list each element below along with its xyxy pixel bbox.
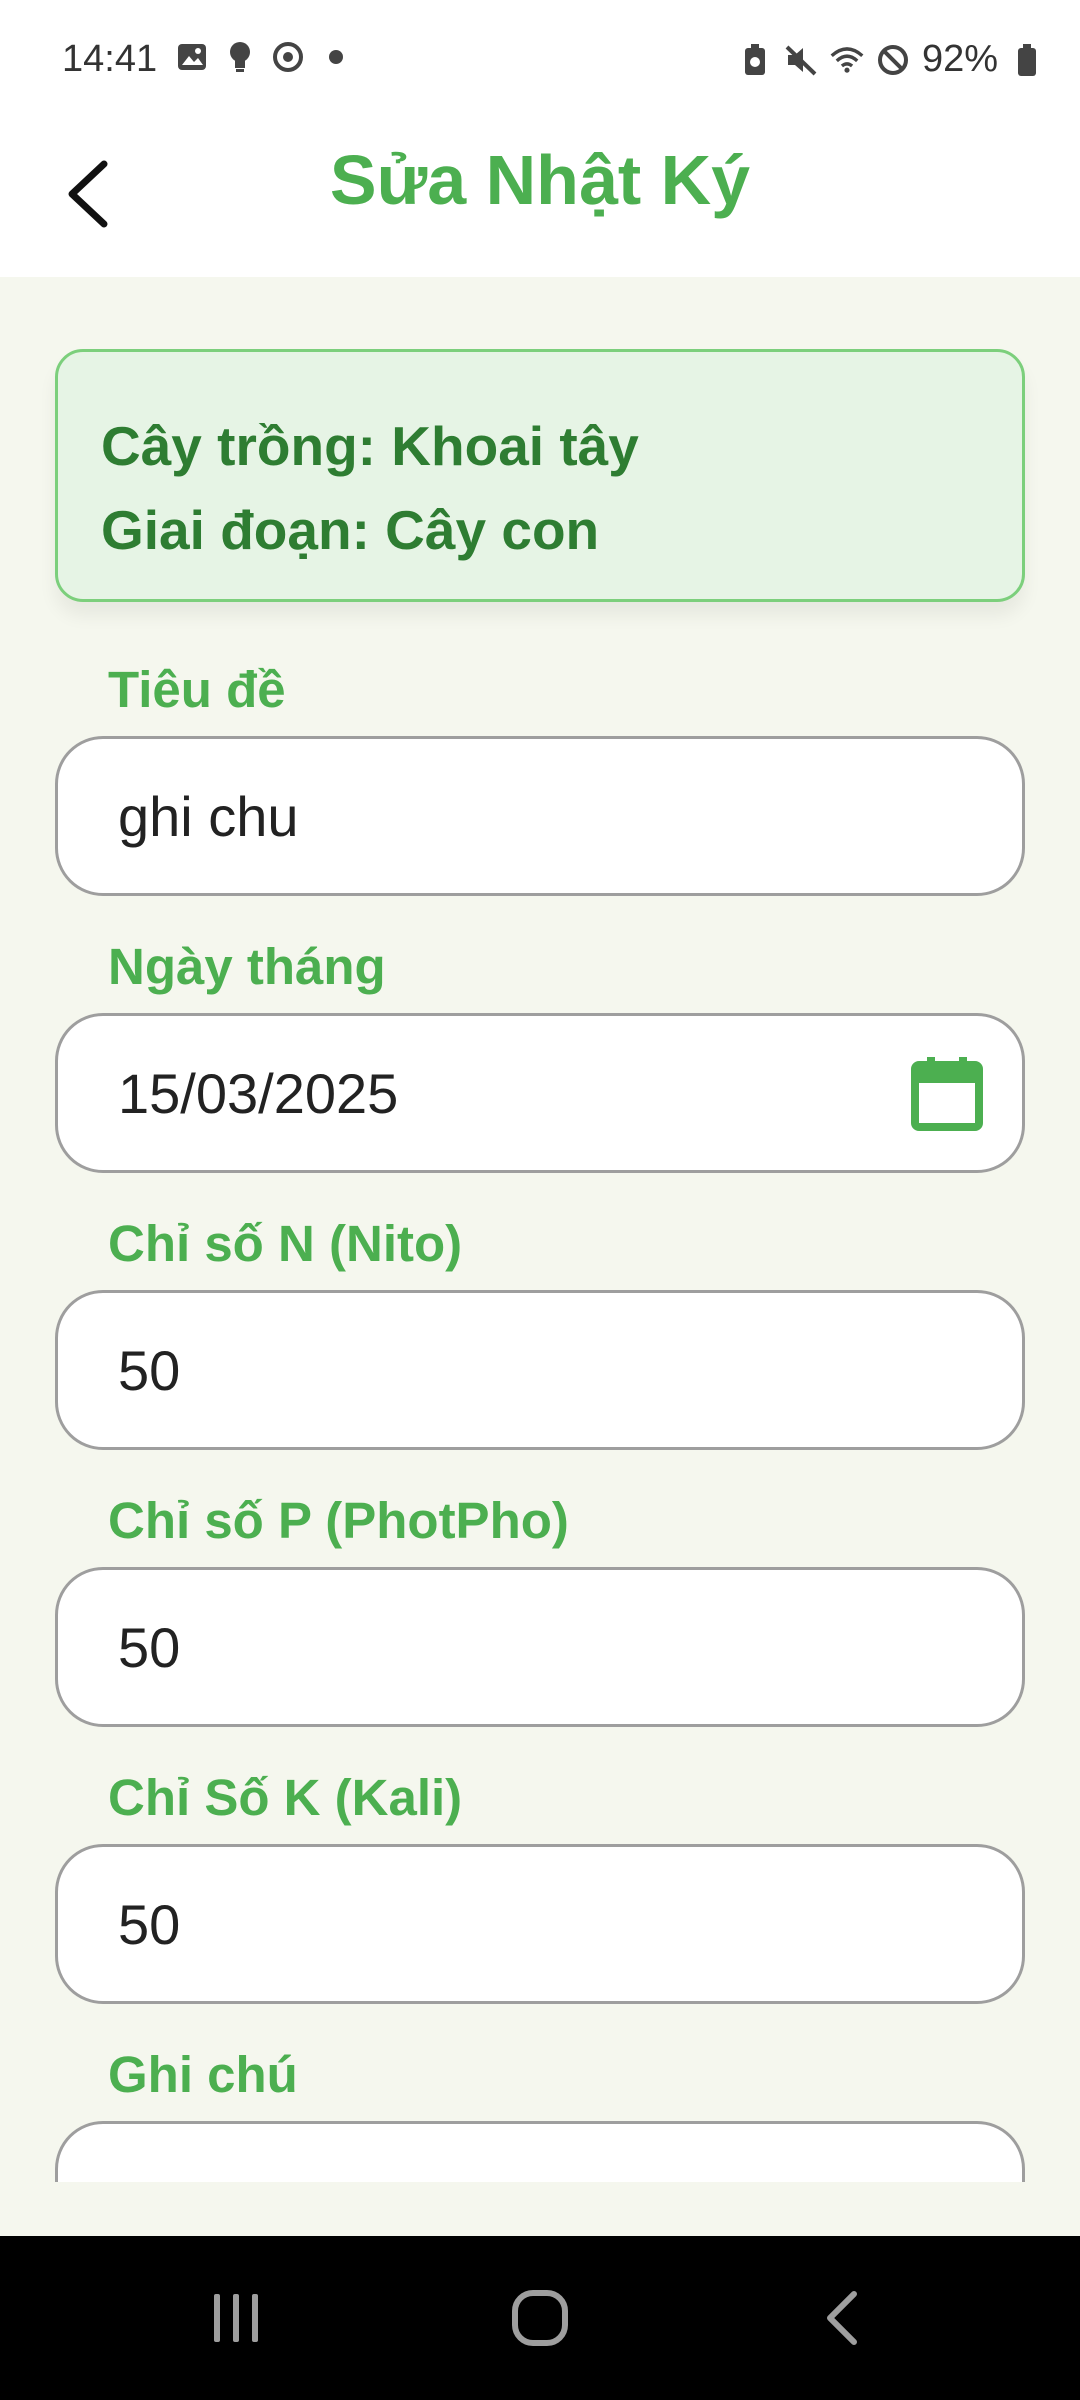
- sync-icon: [271, 40, 305, 74]
- gallery-icon: [175, 40, 209, 74]
- back-icon: [827, 2291, 857, 2345]
- wifi-icon: [830, 43, 864, 77]
- form-content[interactable]: Cây trồng: Khoai tây Giai đoạn: Cây con …: [0, 277, 1080, 2182]
- home-icon: [512, 2290, 568, 2346]
- recent-apps-button[interactable]: [146, 2236, 326, 2400]
- home-button[interactable]: [450, 2236, 630, 2400]
- mute-icon: [784, 43, 818, 77]
- phosphorus-label: Chỉ số P (PhotPho): [108, 1492, 569, 1549]
- phosphorus-value: 50: [118, 1615, 181, 1679]
- status-time: 14:41: [62, 38, 158, 80]
- nitrogen-input[interactable]: 50: [55, 1290, 1025, 1450]
- potassium-label: Chỉ Số K (Kali): [108, 1769, 463, 1826]
- bulb-icon: [223, 40, 257, 74]
- status-icons-left: [175, 40, 353, 74]
- system-nav-bar: [0, 2236, 1080, 2400]
- dot-icon: [319, 40, 353, 74]
- note-label: Ghi chú: [108, 2046, 298, 2103]
- potassium-value: 50: [118, 1892, 181, 1956]
- title-value: ghi chu: [118, 784, 299, 848]
- battery-percentage: 92%: [921, 38, 998, 80]
- phosphorus-input[interactable]: 50: [55, 1567, 1025, 1727]
- title-label: Tiêu đề: [108, 661, 286, 718]
- nav-back-button[interactable]: [752, 2236, 932, 2400]
- do-not-disturb-icon: [876, 43, 910, 77]
- stage-line: Giai đoạn: Cây con: [101, 499, 600, 561]
- date-input[interactable]: 15/03/2025: [55, 1013, 1025, 1173]
- calendar-icon[interactable]: [910, 1055, 984, 1131]
- crop-info-card: Cây trồng: Khoai tây Giai đoạn: Cây con: [55, 349, 1025, 602]
- recent-apps-icon: [214, 2294, 258, 2342]
- app-bar: Sửa Nhật Ký: [0, 122, 1080, 277]
- battery-saver-icon: [738, 43, 772, 77]
- title-input[interactable]: ghi chu: [55, 736, 1025, 896]
- nitrogen-label: Chỉ số N (Nito): [108, 1215, 463, 1272]
- status-bar: 14:41 92%: [0, 0, 1080, 122]
- potassium-input[interactable]: 50: [55, 1844, 1025, 2004]
- crop-line: Cây trồng: Khoai tây: [101, 415, 639, 477]
- date-value: 15/03/2025: [118, 1061, 399, 1125]
- date-label: Ngày tháng: [108, 938, 386, 995]
- nitrogen-value: 50: [118, 1338, 181, 1402]
- battery-icon: [1010, 43, 1044, 77]
- status-icons-right: 92%: [738, 38, 1044, 81]
- page-title: Sửa Nhật Ký: [329, 141, 751, 219]
- note-input[interactable]: [55, 2121, 1025, 2182]
